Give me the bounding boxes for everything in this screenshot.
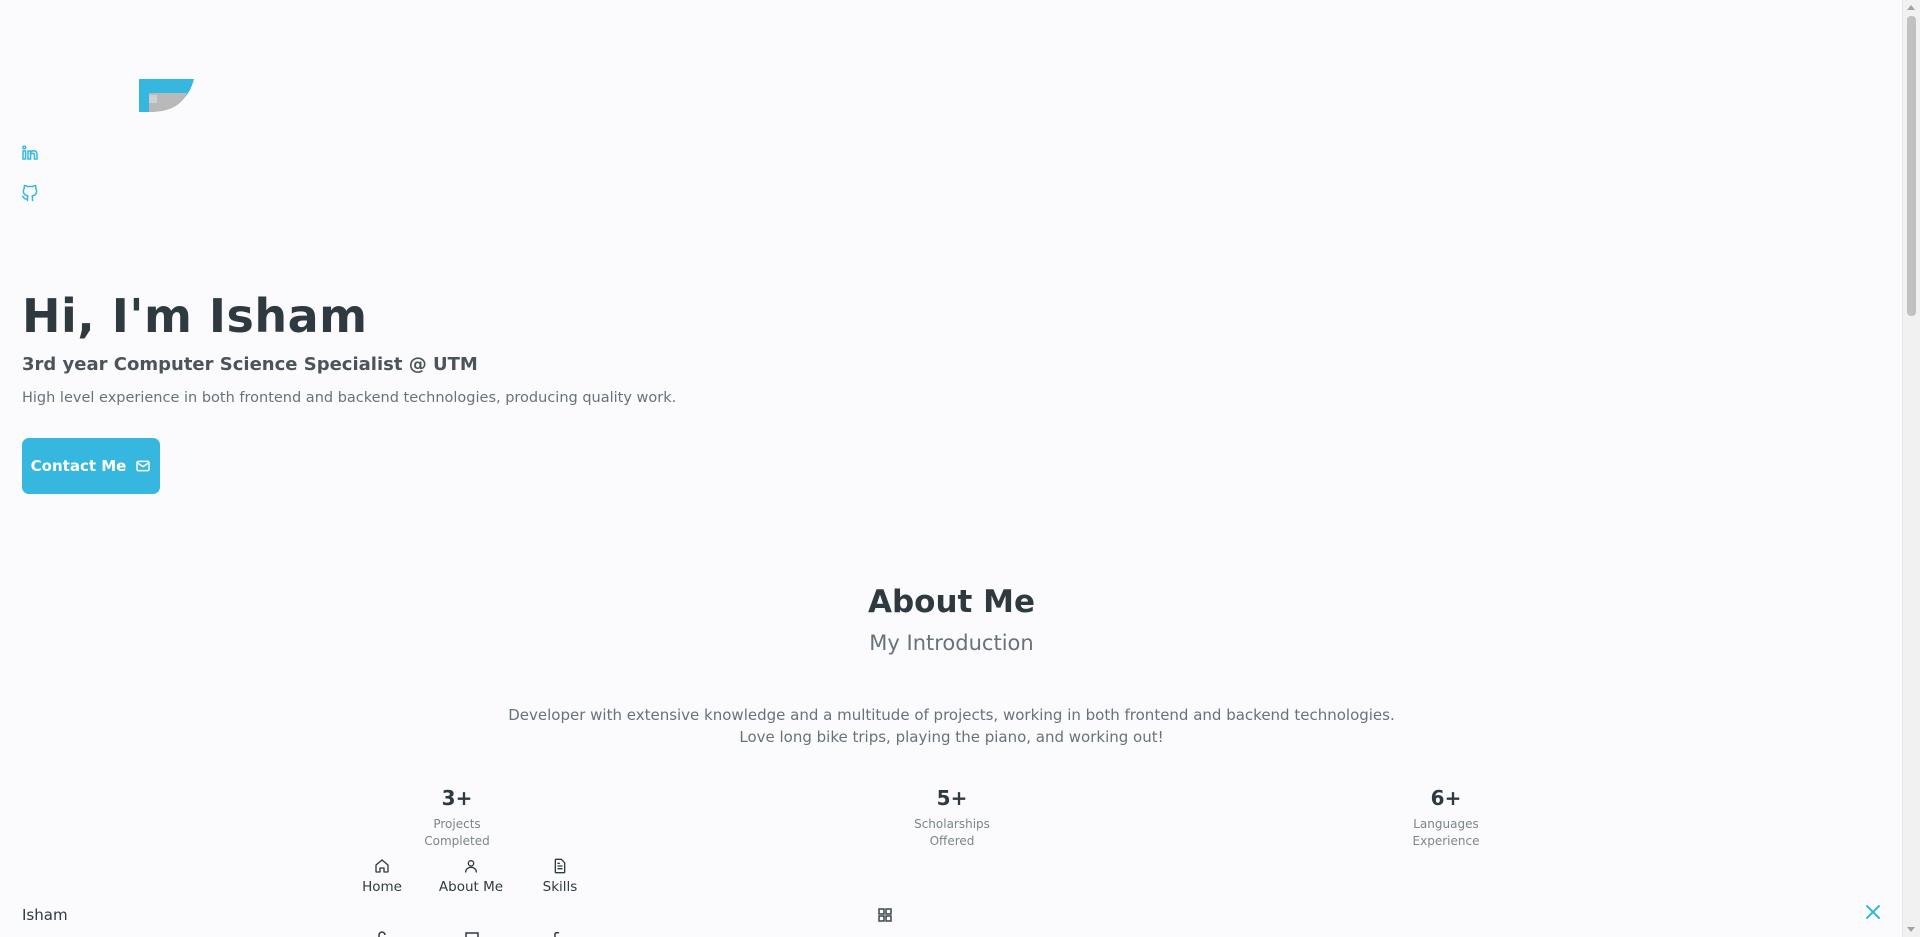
close-icon[interactable] — [1864, 903, 1882, 921]
stat-number: 3+ — [441, 786, 473, 810]
nav-item-label: About Me — [438, 879, 504, 895]
about-subtitle: My Introduction — [869, 631, 1034, 655]
nav-menu: Home About Me Skills Isham — [0, 852, 1903, 937]
scroll-up-arrow[interactable] — [1907, 5, 1915, 10]
home-icon — [375, 859, 389, 873]
hero-description: High level experience in both frontend a… — [22, 390, 677, 406]
stat-projects: 3+ Projects Completed — [382, 784, 532, 850]
stat-label: Projects Completed — [382, 816, 532, 850]
nav-item-label: Home — [362, 879, 402, 895]
stat-label-line: Languages — [1413, 817, 1479, 831]
github-icon[interactable] — [20, 183, 42, 205]
stat-label-line: Scholarships — [914, 817, 990, 831]
scroll-down-arrow[interactable] — [1907, 927, 1915, 932]
stat-label-line: Completed — [424, 834, 490, 848]
stat-label: Languages Experience — [1371, 816, 1521, 850]
about-description-line: Developer with extensive knowledge and a… — [508, 706, 1395, 724]
page-scrollbar[interactable] — [1902, 0, 1920, 937]
stat-languages: 6+ Languages Experience — [1371, 784, 1521, 850]
nav-item-home[interactable]: Home — [339, 858, 425, 895]
linkedin-icon[interactable] — [20, 143, 42, 165]
hero-title: Hi, I'm Isham — [22, 289, 368, 343]
stat-label: Scholarships Offered — [877, 816, 1027, 850]
stat-label-line: Projects — [433, 817, 481, 831]
apps-grid-icon[interactable] — [877, 907, 893, 923]
about-description: Developer with extensive knowledge and a… — [0, 704, 1903, 748]
page: Hi, I'm Isham 3rd year Computer Science … — [0, 0, 1920, 937]
portfolio-icon[interactable] — [465, 930, 479, 937]
stat-scholarships: 5+ Scholarships Offered — [877, 784, 1027, 850]
message-icon[interactable] — [553, 930, 561, 937]
nav-item-label: Skills — [542, 879, 578, 895]
contact-button-label: Contact Me — [30, 457, 127, 475]
stat-label-line: Offered — [929, 834, 975, 848]
stat-number: 6+ — [1430, 786, 1462, 810]
contact-me-button[interactable]: Contact Me — [22, 438, 160, 494]
briefcase-icon[interactable] — [378, 930, 386, 937]
scrollbar-thumb[interactable] — [1907, 16, 1916, 316]
nav-item-skills[interactable]: Skills — [517, 858, 603, 895]
hero-subtitle: 3rd year Computer Science Specialist @ U… — [22, 354, 478, 375]
profile-image-blob — [139, 79, 194, 112]
nav-logo[interactable]: Isham — [22, 906, 68, 924]
about-description-line: Love long bike trips, playing the piano,… — [739, 728, 1164, 746]
about-title: About Me — [867, 584, 1036, 620]
mail-icon — [136, 460, 151, 472]
stat-number: 5+ — [936, 786, 968, 810]
user-icon — [465, 860, 477, 873]
stat-label-line: Experience — [1412, 834, 1480, 848]
file-icon — [554, 858, 566, 874]
nav-item-about[interactable]: About Me — [428, 858, 514, 895]
